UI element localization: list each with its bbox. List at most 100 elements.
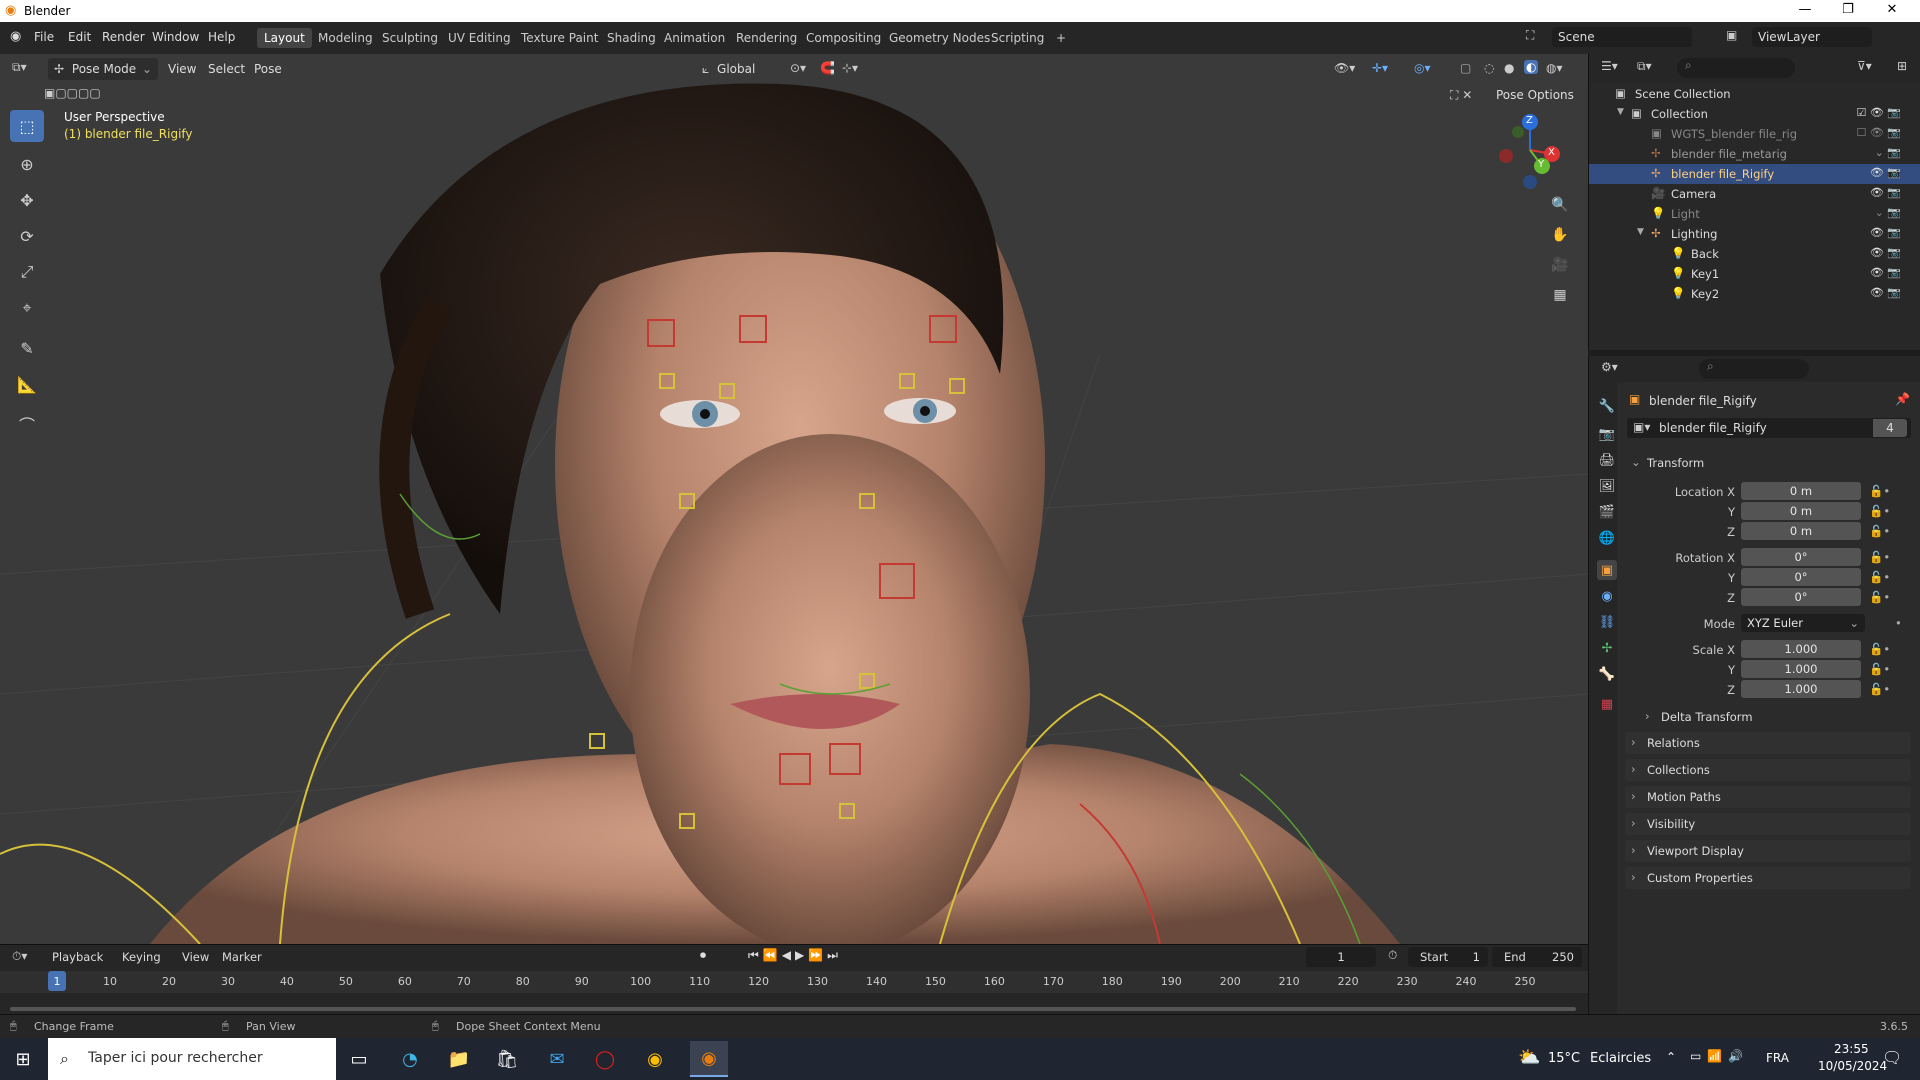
keyframe-dot-icon[interactable]: •	[1895, 616, 1902, 630]
pivot-icon[interactable]: ⊙▾	[790, 61, 806, 75]
menu-select[interactable]: Select	[208, 62, 245, 76]
playhead[interactable]: 1	[48, 971, 66, 991]
rotate-tool[interactable]: ⟳	[10, 220, 44, 252]
record-icon[interactable]: ⏺	[700, 948, 706, 963]
timeline-scrollbar[interactable]	[10, 1007, 1576, 1011]
solid-shading-icon[interactable]: ●	[1504, 61, 1514, 75]
scale-z-field[interactable]: 1.000	[1741, 680, 1861, 698]
edge-browser-icon[interactable]: ◔	[395, 1045, 425, 1073]
outliner-row-key1[interactable]: 💡 Key1 👁 📷	[1589, 264, 1920, 284]
visibility-panel[interactable]: › Visibility	[1625, 813, 1911, 835]
scene-selector[interactable]: Scene	[1552, 27, 1692, 47]
scale-x-field[interactable]: 1.000	[1741, 640, 1861, 658]
visibility-eye-icon[interactable]: 👁 📷	[1870, 166, 1901, 179]
outliner-row-metarig[interactable]: ✢ blender file_metarig ⌄ 📷	[1589, 144, 1920, 164]
mail-icon[interactable]: ✉	[542, 1045, 572, 1073]
menu-file[interactable]: File	[34, 30, 54, 44]
pose-options-icons[interactable]: ⛶ ✕	[1450, 88, 1472, 103]
delta-transform-subpanel[interactable]: › Delta Transform	[1639, 706, 1911, 728]
outliner-row-scene-collection[interactable]: ▣ Scene Collection	[1589, 84, 1920, 104]
properties-editor-icon[interactable]: ⚙▾	[1601, 360, 1618, 374]
input-language[interactable]: FRA	[1766, 1051, 1789, 1065]
menu-keying[interactable]: Keying	[122, 950, 161, 964]
visibility-eye-icon[interactable]: 👁 📷	[1870, 266, 1901, 279]
tray-icons[interactable]: ▭📶🔊	[1690, 1049, 1749, 1063]
bend-tool[interactable]: ⌒	[10, 408, 44, 440]
frame-ruler[interactable]: 1 11020304050607080901001101201301401501…	[0, 971, 1588, 993]
outliner-row-light[interactable]: 💡 Light ⌄ 📷	[1589, 204, 1920, 224]
tab-layout[interactable]: Layout	[257, 28, 312, 48]
properties-search-input[interactable]: ⌕	[1699, 359, 1809, 379]
measure-tool[interactable]: 📐	[10, 368, 44, 400]
blender-menu-icon[interactable]: ◉	[10, 29, 21, 44]
location-z-field[interactable]: 0 m	[1741, 522, 1861, 540]
outliner-row-camera[interactable]: 🎥 Camera 👁 📷	[1589, 184, 1920, 204]
microsoft-store-icon[interactable]: 🛍	[492, 1045, 522, 1073]
outliner-row-back[interactable]: 💡 Back 👁 📷	[1589, 244, 1920, 264]
visibility-eye-icon[interactable]: ☑ 👁 📷	[1856, 106, 1901, 119]
object-datablock-field[interactable]: ▣▾ blender file_Rigify 4	[1627, 418, 1911, 438]
end-frame-field[interactable]: End 250	[1492, 947, 1582, 967]
outliner-row-rigify[interactable]: ✢ blender file_Rigify 👁 📷	[1589, 164, 1920, 184]
visibility-eye-icon[interactable]: 👁 📷	[1870, 226, 1901, 239]
outliner-row-collection[interactable]: ▼ ▣ Collection ☑ 👁 📷	[1589, 104, 1920, 124]
mode-selector[interactable]: ✢ Pose Mode ⌄	[48, 58, 158, 80]
lock-icon[interactable]: 🔓•	[1869, 682, 1890, 696]
relations-panel[interactable]: › Relations	[1625, 732, 1911, 754]
gizmo-toggle-icon[interactable]: ✛▾	[1372, 61, 1388, 75]
visibility-eye-icon[interactable]: 👁 📷	[1870, 286, 1901, 299]
add-workspace-button[interactable]: +	[1049, 28, 1073, 48]
collections-panel[interactable]: › Collections	[1625, 759, 1911, 781]
lock-icon[interactable]: 🔓•	[1869, 504, 1890, 518]
snap-icon[interactable]: 🧲	[820, 61, 835, 75]
visibility-eye-icon[interactable]: ☐ 👁 📷	[1856, 126, 1901, 139]
outliner-search-input[interactable]: ⌕	[1677, 58, 1795, 78]
rotation-mode-select[interactable]: XYZ Euler ⌄	[1741, 614, 1865, 632]
windows-start-icon[interactable]: ⊞	[8, 1045, 38, 1073]
current-frame-field[interactable]: 1	[1306, 947, 1376, 967]
clock-time[interactable]: 23:55	[1834, 1042, 1869, 1056]
visibility-eye-icon[interactable]: 👁 📷	[1870, 246, 1901, 259]
weather-temperature[interactable]: 15°C	[1548, 1051, 1580, 1066]
tab-texture-paint[interactable]: Texture Paint	[514, 28, 605, 48]
start-frame-field[interactable]: Start 1	[1408, 947, 1488, 967]
outliner-row-lighting[interactable]: ▼ ✢ Lighting 👁 📷	[1589, 224, 1920, 244]
menu-edit[interactable]: Edit	[68, 30, 91, 44]
proportional-edit-icon[interactable]: ⊹▾	[842, 61, 858, 75]
new-collection-icon[interactable]: ⊞	[1897, 59, 1907, 73]
xray-icon[interactable]: ▢	[1460, 61, 1471, 75]
outliner-editor-icon[interactable]: ☰▾	[1601, 59, 1618, 73]
custom-properties-panel[interactable]: › Custom Properties	[1625, 867, 1911, 889]
lock-icon[interactable]: 🔓•	[1869, 484, 1890, 498]
tab-uv-editing[interactable]: UV Editing	[441, 28, 518, 48]
select-box-tool[interactable]: ⬚	[10, 110, 44, 142]
lock-icon[interactable]: 🔓•	[1869, 550, 1890, 564]
cursor-tool[interactable]: ⊕	[10, 148, 44, 180]
outliner-row-key2[interactable]: 💡 Key2 👁 📷	[1589, 284, 1920, 304]
annotate-tool[interactable]: ✎	[10, 332, 44, 364]
visibility-eye-icon[interactable]: ⌄ 📷	[1875, 206, 1901, 219]
location-y-field[interactable]: 0 m	[1741, 502, 1861, 520]
rotation-x-field[interactable]: 0°	[1741, 548, 1861, 566]
blender-taskbar-icon[interactable]: ◉	[690, 1041, 728, 1077]
lock-icon[interactable]: 🔓•	[1869, 590, 1890, 604]
tab-geometry-nodes[interactable]: Geometry Nodes	[882, 28, 997, 48]
tab-animation[interactable]: Animation	[657, 28, 732, 48]
camera-view-icon[interactable]: 🎥	[1546, 252, 1574, 278]
lock-icon[interactable]: 🔓•	[1869, 524, 1890, 538]
pin-icon[interactable]: 📌	[1895, 392, 1910, 406]
editor-type-icon[interactable]: ⧉▾	[12, 60, 27, 75]
transform-orientation-selector[interactable]: ⟀ Global	[698, 58, 778, 80]
chrome-icon[interactable]: ◉	[640, 1045, 670, 1073]
file-explorer-icon[interactable]: 📁	[444, 1045, 474, 1073]
task-view-icon[interactable]: ▭	[344, 1045, 374, 1073]
rotation-y-field[interactable]: 0°	[1741, 568, 1861, 586]
tab-scripting[interactable]: Scripting	[984, 28, 1051, 48]
weather-description[interactable]: Eclaircies	[1590, 1051, 1651, 1066]
output-tab-icon[interactable]: 🖨	[1597, 450, 1617, 470]
filter-icon[interactable]: ⊽▾	[1857, 59, 1872, 73]
clock-icon[interactable]: ⏱	[1388, 948, 1397, 963]
tab-sculpting[interactable]: Sculpting	[375, 28, 445, 48]
notifications-icon[interactable]: 🗨	[1882, 1048, 1902, 1067]
navigation-gizmo[interactable]: Z X Y	[1490, 110, 1570, 190]
